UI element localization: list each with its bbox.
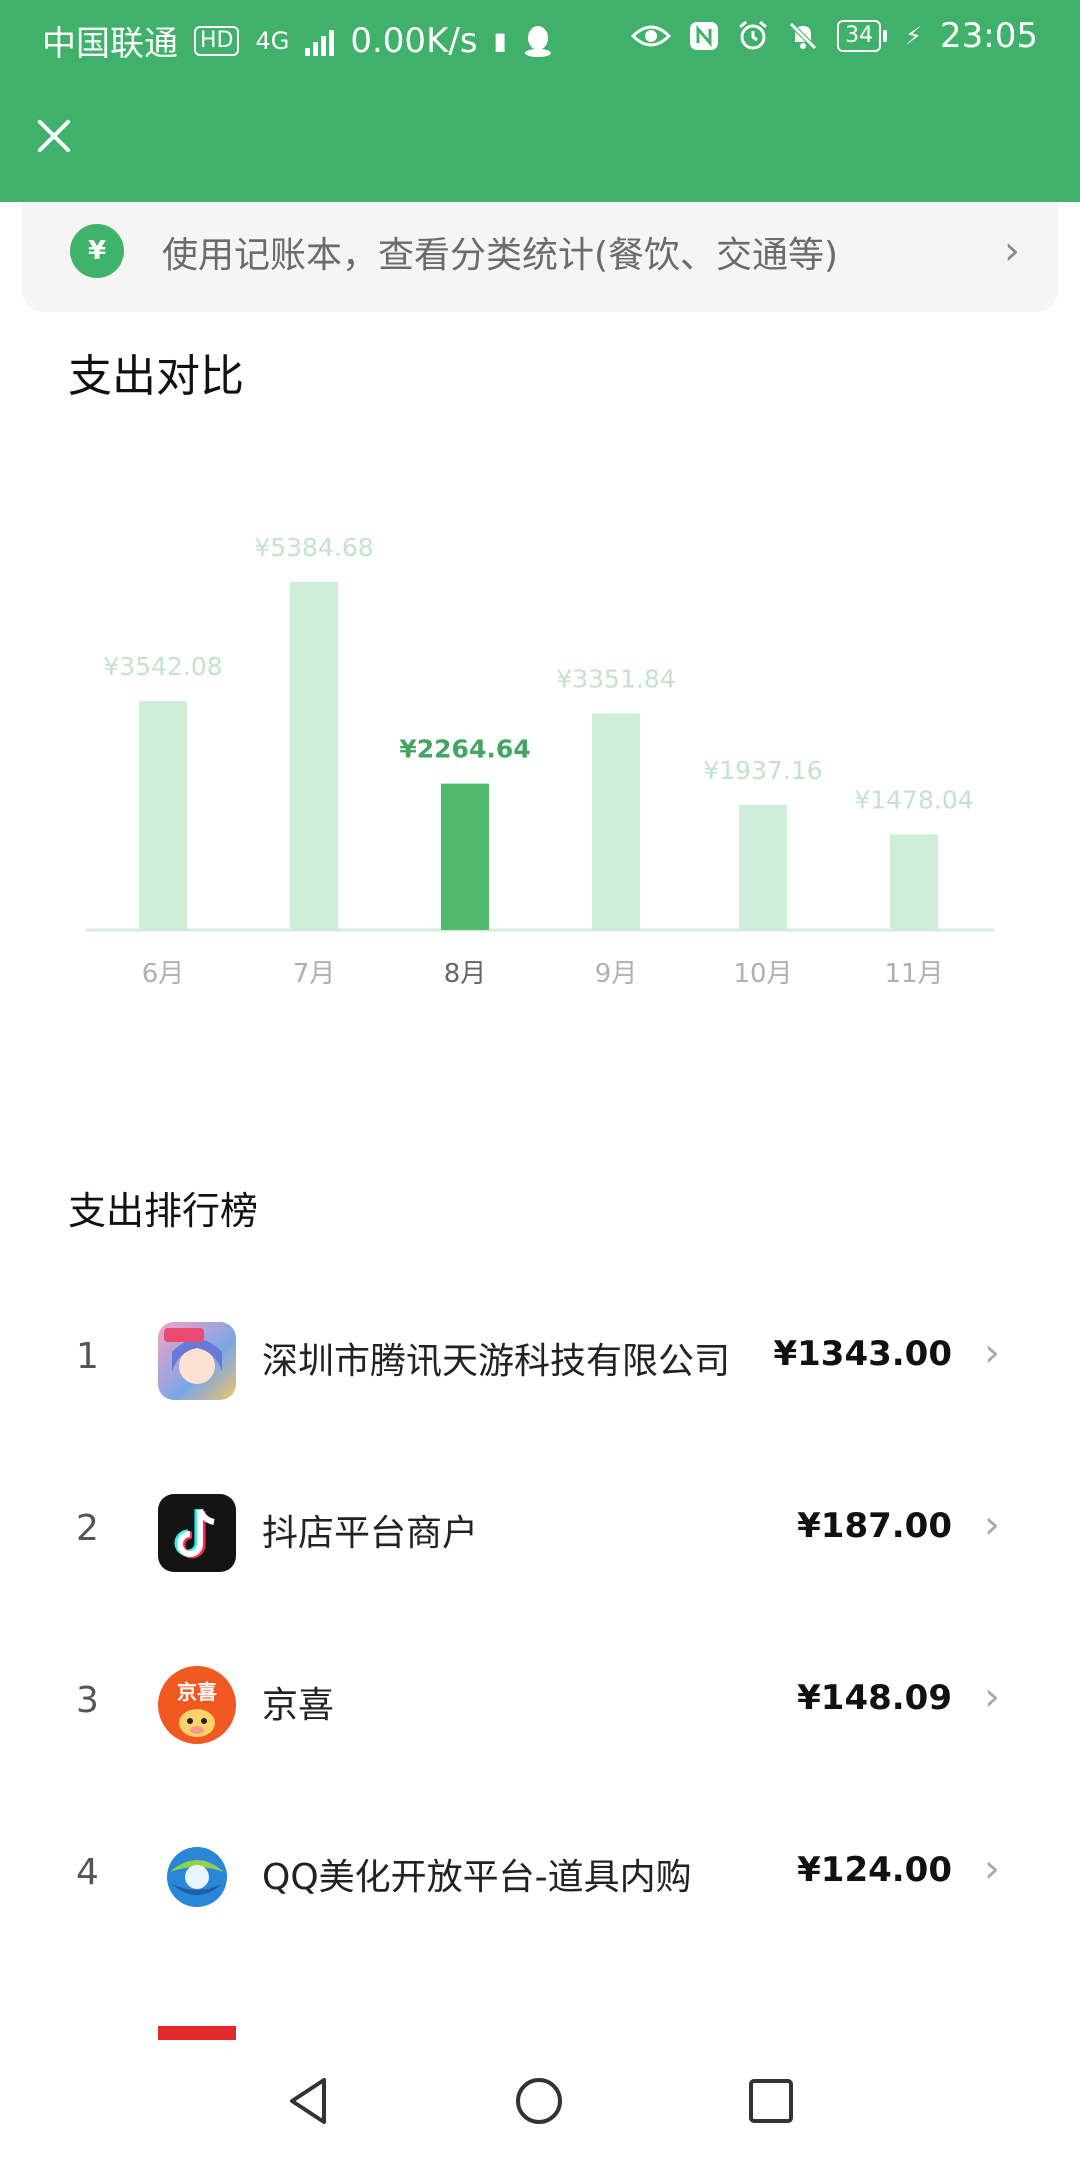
rank-number: 2 (76, 1508, 99, 1549)
ranking-row-4[interactable]: 4 QQ美化开放平台-道具内购 ¥124.00 › (0, 1816, 1080, 1936)
chart-bar-11月[interactable] (890, 834, 938, 930)
tiktok-icon (158, 1494, 236, 1572)
chart-value-label: ¥3351.84 (556, 664, 675, 693)
merchant-name: QQ美化开放平台-道具内购 (262, 1857, 692, 1898)
rank-number: 4 (76, 1852, 99, 1893)
network-speed: 0.00K/s (350, 20, 478, 61)
chart-bar-8月[interactable] (441, 783, 489, 930)
partial-app-icon (158, 2026, 236, 2040)
charging-icon: ⚡ (905, 22, 923, 50)
game-app-icon (158, 1322, 236, 1400)
eye-icon (631, 22, 672, 50)
home-icon[interactable] (514, 2076, 564, 2130)
chart-value-label: ¥1478.04 (854, 785, 973, 814)
merchant-amount: ¥1343.00 (773, 1334, 952, 1374)
qq-notification-icon (523, 24, 553, 58)
chart-value-label: ¥3542.08 (103, 652, 222, 681)
recent-apps-icon[interactable] (746, 2076, 796, 2130)
alarm-icon (737, 20, 769, 52)
signal-icon (305, 26, 335, 56)
expense-comparison-chart: ¥3542.08 6月 ¥5384.68 7月 ¥2264.64 8月 ¥3351.84 9月… (86, 533, 994, 989)
jingxi-icon: 京喜 (158, 1666, 236, 1744)
ranking-row-2[interactable]: 2 抖店平台商户 ¥187.00 › (0, 1472, 1080, 1592)
battery-saver-icon: ▮ (493, 26, 507, 55)
rank-number: 1 (76, 1336, 99, 1377)
chart-value-label: ¥1937.16 (703, 756, 822, 785)
back-icon[interactable] (284, 2076, 334, 2130)
banner-text: 使用记账本，查看分类统计(餐饮、交通等) (162, 235, 839, 276)
chart-tick-label[interactable]: 6月 (142, 959, 185, 989)
ledger-banner[interactable]: ¥ 使用记账本，查看分类统计(餐饮、交通等) › (22, 202, 1058, 312)
battery-icon: 34 (837, 20, 888, 52)
chevron-right-icon: › (984, 1502, 1000, 1548)
system-nav-bar (0, 2040, 1080, 2160)
close-icon[interactable] (30, 112, 78, 160)
ledger-icon-symbol: ¥ (87, 236, 107, 266)
qq-beautify-icon (158, 1838, 236, 1916)
chart-tick-label[interactable]: 8月 (444, 959, 487, 989)
chart-bar-6月[interactable] (139, 701, 187, 930)
network-type-label: 4G (255, 26, 290, 55)
chart-tick-label[interactable]: 11月 (884, 959, 943, 989)
merchant-amount: ¥124.00 (797, 1850, 952, 1890)
ledger-icon: ¥ (70, 224, 124, 278)
chart-tick-label[interactable]: 7月 (293, 959, 336, 989)
chart-bar-9月[interactable] (592, 713, 640, 930)
chevron-right-icon: › (984, 1846, 1000, 1892)
merchant-amount: ¥187.00 (797, 1506, 952, 1546)
mute-icon (787, 20, 819, 52)
nfc-icon (689, 21, 719, 51)
chart-bar-10月[interactable] (739, 804, 787, 930)
jingxi-icon-text: 京喜 (177, 1679, 217, 1704)
chevron-right-icon: › (984, 1330, 1000, 1376)
chart-value-label: ¥5384.68 (254, 533, 373, 562)
ranking-title: 支出排行榜 (68, 1189, 259, 1233)
chart-value-label: ¥2264.64 (399, 735, 530, 764)
merchant-name: 深圳市腾讯天游科技有限公司 (262, 1341, 731, 1382)
chart-tick-label[interactable]: 9月 (595, 959, 638, 989)
merchant-amount: ¥148.09 (797, 1678, 952, 1718)
ranking-row-1[interactable]: 1 深圳市腾讯天游科技有限公司 ¥1343.00 › (0, 1300, 1080, 1420)
chart-tick-label[interactable]: 10月 (733, 959, 792, 989)
merchant-name: 京喜 (262, 1685, 335, 1726)
chart-bar-7月[interactable] (290, 582, 338, 930)
top-header: 中国联通 HD 4G 0.00K/s ▮ 34 ⚡ 23:05 (0, 0, 1080, 202)
chevron-right-icon: › (1004, 228, 1020, 274)
chart-section-title: 支出对比 (68, 351, 244, 402)
merchant-name: 抖店平台商户 (262, 1513, 479, 1554)
status-bar: 中国联通 HD 4G 0.00K/s ▮ 34 ⚡ 23:05 (0, 0, 1080, 74)
hd-icon: HD (194, 25, 240, 56)
rank-number: 3 (76, 1680, 99, 1721)
battery-level: 34 (837, 20, 882, 52)
chevron-right-icon: › (984, 1674, 1000, 1720)
clock: 23:05 (940, 16, 1038, 56)
carrier-label: 中国联通 (42, 24, 178, 64)
ranking-row-3[interactable]: 3 京喜 京喜 ¥148.09 › (0, 1644, 1080, 1764)
